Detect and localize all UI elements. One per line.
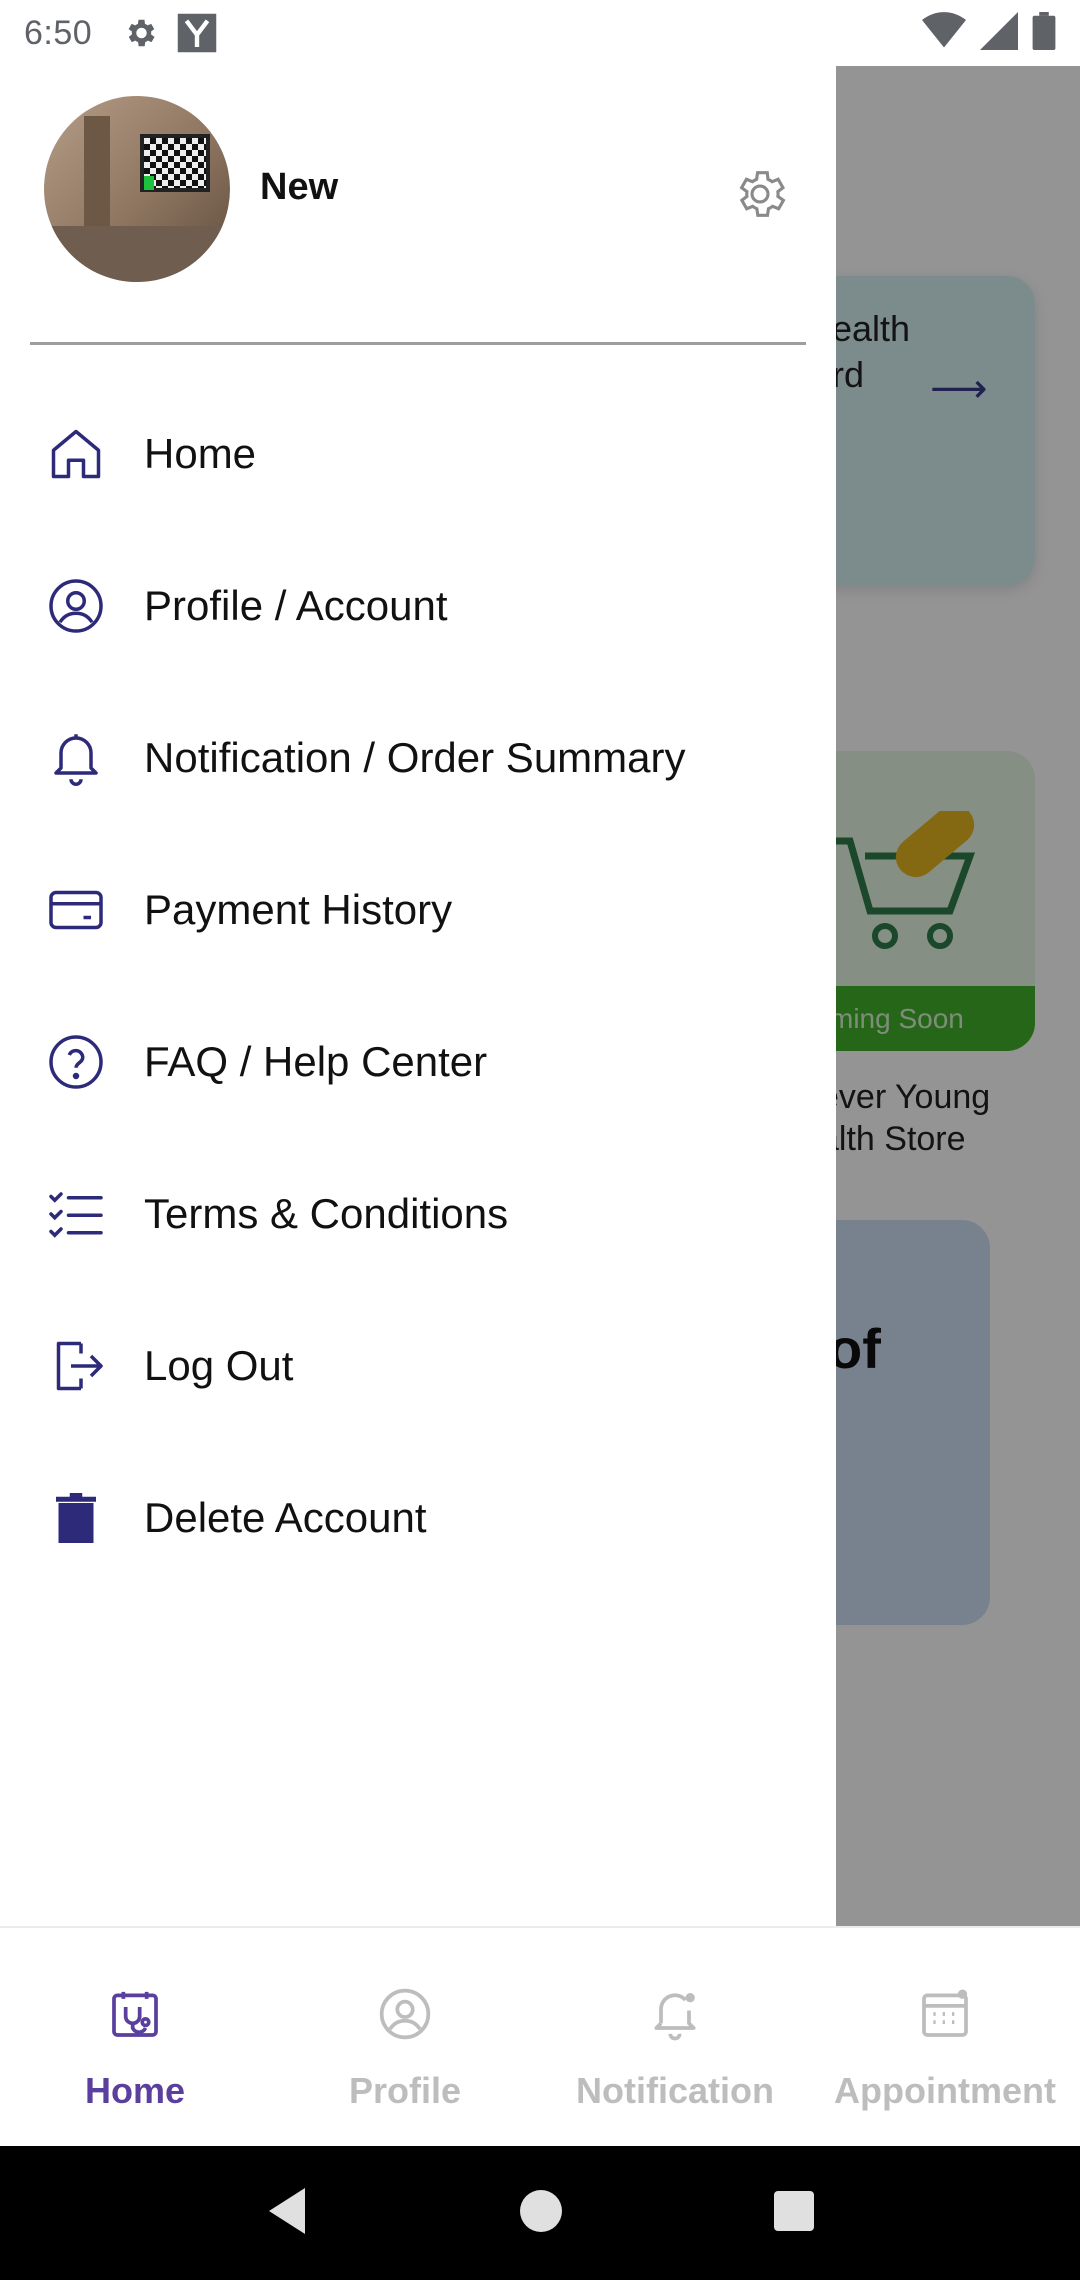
nav-label: Home (84, 2070, 186, 2111)
back-icon[interactable] (265, 2186, 309, 2241)
logout-icon (44, 1334, 108, 1398)
recents-icon[interactable] (773, 2190, 815, 2237)
menu-item-label: Delete Account (144, 1494, 427, 1541)
gear-icon (739, 171, 786, 217)
menu-item-label: Profile / Account (144, 582, 448, 629)
nav-label: Notification (576, 2070, 774, 2111)
status-right-icons (922, 11, 1056, 55)
status-time: 6:50 (24, 13, 93, 52)
nav-item-notification[interactable]: Notification (540, 1928, 810, 2146)
menu-item-notification-order-summary[interactable]: Notification / Order Summary (0, 682, 836, 834)
bell-dot-icon (647, 1982, 703, 2046)
menu-item-label: Payment History (144, 886, 453, 933)
navigation-drawer: New Home Profile / Account Notification … (0, 66, 836, 1926)
home-icon (44, 422, 108, 486)
menu-item-terms-conditions[interactable]: Terms & Conditions (0, 1138, 836, 1290)
y-app-icon (176, 12, 218, 54)
status-bar: 6:50 (0, 0, 1080, 66)
phone-screen: 6:50 ealth rd ⟶ ming Soon ever Young alt… (0, 0, 1080, 2280)
bell-icon (44, 726, 108, 790)
calendar-health-icon (107, 1982, 163, 2046)
user-circle-icon (377, 1982, 433, 2046)
checklist-icon (44, 1182, 108, 1246)
nav-item-appointment[interactable]: Appointment (810, 1928, 1080, 2146)
user-name: New (260, 166, 339, 208)
menu-item-home[interactable]: Home (0, 378, 836, 530)
menu-item-faq-help-center[interactable]: FAQ / Help Center (0, 986, 836, 1138)
menu-item-label: Home (144, 430, 257, 477)
menu-item-profile-account[interactable]: Profile / Account (0, 530, 836, 682)
nav-label: Profile (348, 2070, 462, 2111)
menu-item-delete-account[interactable]: Delete Account (0, 1442, 836, 1594)
menu-item-log-out[interactable]: Log Out (0, 1290, 836, 1442)
nav-item-profile[interactable]: Profile (270, 1928, 540, 2146)
user-circle-icon (44, 574, 108, 638)
card-icon (44, 878, 108, 942)
menu-item-label: Notification / Order Summary (144, 734, 686, 781)
bottom-navigation: Home Profile Notification Appointment (0, 1926, 1080, 2146)
gear-icon (122, 15, 158, 51)
system-navigation-bar (0, 2146, 1080, 2280)
drawer-header: New (0, 66, 836, 346)
home-circle-icon[interactable] (519, 2189, 563, 2238)
menu-item-label: FAQ / Help Center (144, 1038, 488, 1085)
drawer-menu: Home Profile / Account Notification / Or… (0, 378, 836, 1594)
avatar[interactable] (44, 96, 230, 282)
nav-item-home[interactable]: Home (0, 1928, 270, 2146)
header-divider (30, 342, 806, 345)
menu-item-label: Log Out (144, 1342, 294, 1389)
nav-label: Appointment (834, 2070, 1056, 2111)
trash-icon (44, 1486, 108, 1550)
menu-item-label: Terms & Conditions (144, 1190, 509, 1237)
wifi-icon (922, 11, 966, 55)
calendar-icon (917, 1982, 973, 2046)
signal-icon (980, 11, 1018, 55)
settings-button[interactable] (728, 162, 792, 226)
battery-icon (1032, 11, 1056, 55)
menu-item-payment-history[interactable]: Payment History (0, 834, 836, 986)
question-icon (44, 1030, 108, 1094)
